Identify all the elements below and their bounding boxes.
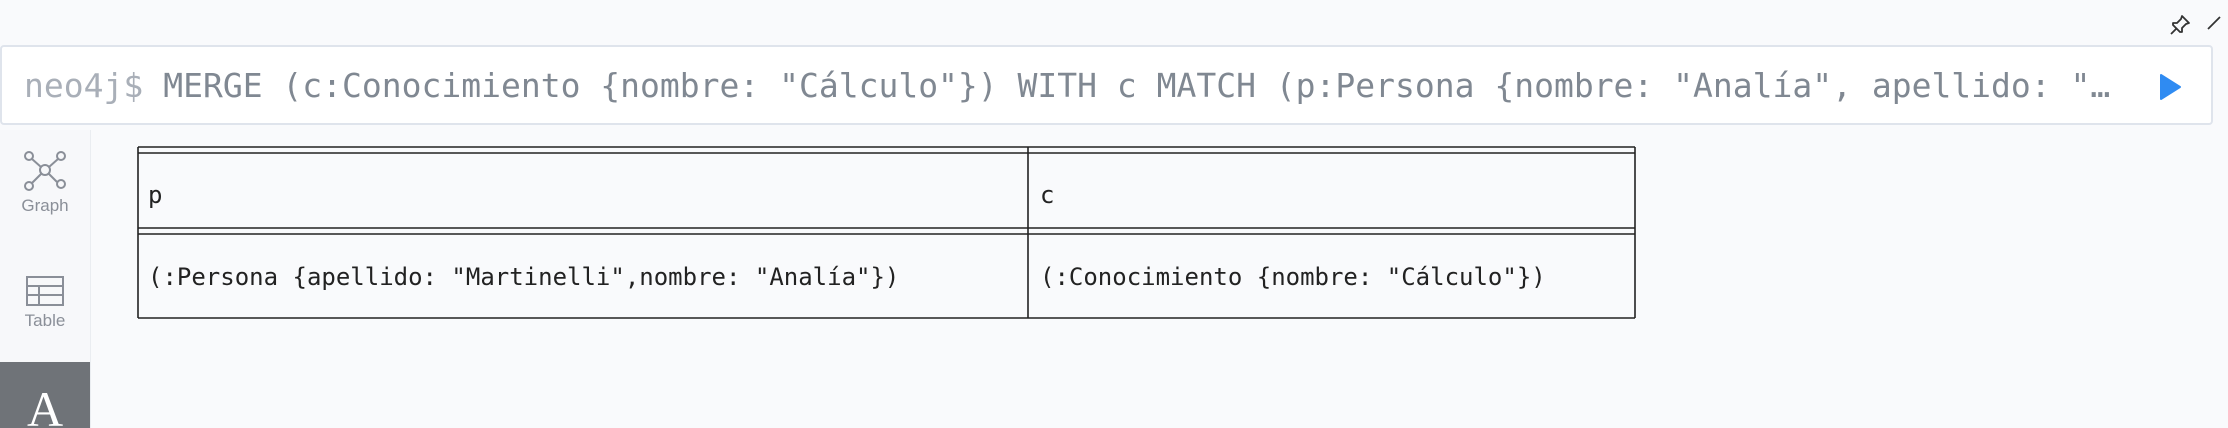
table-cell-c: (:Conocimiento {nombre: "Cálculo"})	[1040, 263, 1546, 291]
sidebar-item-text[interactable]: A	[0, 362, 90, 428]
play-icon	[2160, 74, 2181, 100]
run-query-button[interactable]	[2149, 67, 2189, 107]
editor-prompt: neo4j$	[24, 65, 144, 105]
table-cell-p: (:Persona {apellido: "Martinelli",nombre…	[148, 263, 899, 291]
view-sidebar: Graph Table A	[0, 130, 91, 428]
column-header-p: p	[148, 181, 162, 209]
sidebar-item-table[interactable]: Table	[0, 275, 90, 331]
sidebar-item-label: Table	[24, 311, 66, 330]
expand-icon[interactable]	[2196, 10, 2228, 40]
table-borders	[137, 146, 1636, 319]
pin-icon[interactable]	[2164, 10, 2196, 40]
frame-toolbar	[2164, 10, 2228, 40]
neo4j-browser-frame: neo4j$ MERGE (c:Conocimiento {nombre: "C…	[0, 0, 2228, 428]
table-icon	[26, 276, 64, 306]
column-header-c: c	[1040, 181, 1054, 209]
query-editor[interactable]: neo4j$ MERGE (c:Conocimiento {nombre: "C…	[0, 45, 2213, 125]
ascii-result-table: p c (:Persona {apellido: "Martinelli",no…	[136, 143, 1636, 328]
query-input[interactable]: MERGE (c:Conocimiento {nombre: "Cálculo"…	[163, 66, 2125, 105]
text-view-icon: A	[26, 381, 64, 428]
sidebar-item-label: Graph	[21, 196, 69, 215]
graph-icon	[24, 151, 66, 191]
sidebar-item-graph[interactable]: Graph	[0, 150, 90, 216]
